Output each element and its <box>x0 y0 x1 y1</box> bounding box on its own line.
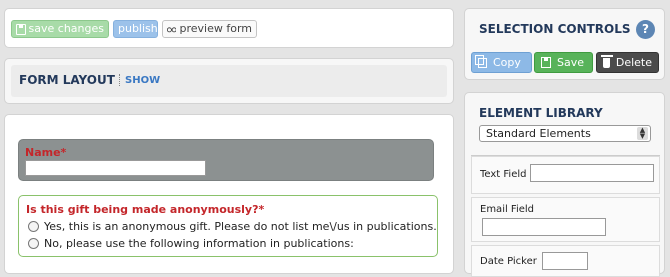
glasses-icon <box>167 26 177 32</box>
library-item-label: Email Field <box>480 204 535 215</box>
publish-label: publish <box>118 22 158 35</box>
name-label: Name* <box>25 146 67 159</box>
element-category-select[interactable]: Standard Elements ▲ ▼ <box>479 125 651 142</box>
date-picker-preview <box>542 252 588 270</box>
divider <box>119 74 121 86</box>
anonymous-question-block[interactable]: Is this gift being made anonymously?* Ye… <box>18 195 438 257</box>
anonymous-yes-option[interactable]: Yes, this is an anonymous gift. Please d… <box>28 220 437 233</box>
option-label: No, please use the following information… <box>44 237 354 250</box>
form-canvas: Name* Is this gift being made anonymousl… <box>4 114 454 274</box>
save-label: Save <box>557 56 585 69</box>
copy-label: Copy <box>493 56 521 69</box>
library-item-label: Text Field <box>480 169 527 180</box>
copy-icon <box>475 54 487 68</box>
preview-form-button[interactable]: preview form <box>162 20 257 38</box>
form-layout-title: FORM LAYOUT <box>19 73 115 87</box>
anonymous-no-option[interactable]: No, please use the following information… <box>28 237 354 250</box>
option-label: Yes, this is an anonymous gift. Please d… <box>44 220 437 233</box>
copy-button[interactable]: Copy <box>471 52 532 73</box>
save-changes-button[interactable]: save changes <box>11 20 109 38</box>
element-library-title: ELEMENT LIBRARY <box>479 106 603 120</box>
radio-button[interactable] <box>28 221 39 232</box>
email-field-preview <box>482 218 606 236</box>
library-item-label: Date Picker <box>480 256 537 267</box>
selection-controls-panel: SELECTION CONTROLS ? Copy Save Delete <box>464 8 665 80</box>
save-changes-label: save changes <box>28 22 104 35</box>
element-library-panel: ELEMENT LIBRARY Standard Elements ▲ ▼ Tex… <box>464 92 665 277</box>
preview-form-label: preview form <box>179 22 252 35</box>
form-layout-bar: FORM LAYOUT SHOW <box>11 65 447 97</box>
selection-controls-title: SELECTION CONTROLS <box>479 22 631 36</box>
disk-icon <box>16 23 26 35</box>
element-category-value: Standard Elements <box>486 127 591 140</box>
name-field-block[interactable]: Name* <box>18 139 434 181</box>
anonymous-question-label: Is this gift being made anonymously?* <box>26 203 265 216</box>
form-toolbar: save changes publish preview form <box>4 8 454 48</box>
delete-label: Delete <box>615 56 652 69</box>
disk-icon <box>541 57 551 68</box>
select-arrows-icon: ▲ ▼ <box>637 127 648 140</box>
text-field-preview <box>530 164 654 182</box>
form-layout-panel: FORM LAYOUT SHOW <box>4 58 454 104</box>
save-button[interactable]: Save <box>534 52 593 73</box>
library-item-date-picker[interactable]: Date Picker <box>471 245 660 277</box>
radio-button[interactable] <box>28 238 39 249</box>
delete-button[interactable]: Delete <box>596 52 659 73</box>
publish-button[interactable]: publish <box>113 20 158 38</box>
trash-icon <box>601 54 613 68</box>
name-input[interactable] <box>25 160 206 176</box>
show-link[interactable]: SHOW <box>125 75 160 86</box>
library-item-text-field[interactable]: Text Field <box>471 156 660 194</box>
library-item-email-field[interactable]: Email Field <box>471 197 660 242</box>
help-icon[interactable]: ? <box>636 20 655 39</box>
element-library-list: Text Field Email Field Date Picker <box>471 155 660 277</box>
